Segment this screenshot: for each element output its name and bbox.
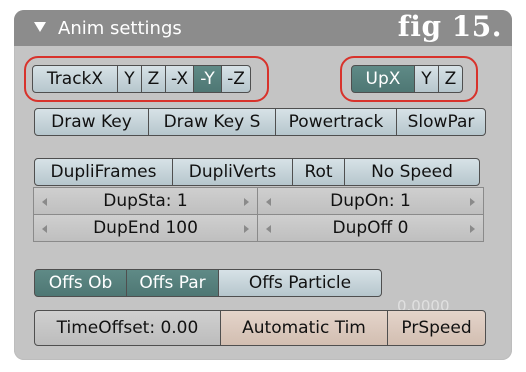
dupon-label: DupOn: 1 <box>330 191 411 211</box>
dupsta-field[interactable]: DupSta: 1 <box>33 187 258 215</box>
increment-arrow-icon[interactable] <box>244 198 249 206</box>
prspeed-button[interactable]: PrSpeed <box>387 310 486 346</box>
screenshot-root: Anim settings fig 15. TrackX Y Z -X -Y -… <box>0 0 526 372</box>
draw-key-button[interactable]: Draw Key <box>34 108 149 136</box>
dup-fields-row-1: DupSta: 1 DupOn: 1 <box>33 187 484 215</box>
dupliverts-button[interactable]: DupliVerts <box>172 158 293 186</box>
panel-title: Anim settings <box>58 18 182 39</box>
dupli-row: DupliFrames DupliVerts Rot No Speed <box>34 158 480 186</box>
increment-arrow-icon[interactable] <box>470 198 475 206</box>
anim-settings-panel: Anim settings fig 15. TrackX Y Z -X -Y -… <box>14 10 512 360</box>
no-speed-button[interactable]: No Speed <box>344 158 480 186</box>
collapse-triangle-icon[interactable] <box>34 22 46 32</box>
dupsta-label: DupSta: 1 <box>103 191 188 211</box>
track-highlight-oval <box>24 56 269 102</box>
panel-header[interactable]: Anim settings fig 15. <box>14 10 512 46</box>
dupend-field[interactable]: DupEnd 100 <box>33 214 258 242</box>
offs-ob-button[interactable]: Offs Ob <box>34 269 127 297</box>
offs-par-button[interactable]: Offs Par <box>126 269 219 297</box>
decrement-arrow-icon[interactable] <box>266 225 271 233</box>
dupoff-label: DupOff 0 <box>332 218 409 238</box>
powertrack-button[interactable]: Powertrack <box>275 108 397 136</box>
slowpar-button[interactable]: SlowPar <box>396 108 486 136</box>
decrement-arrow-icon[interactable] <box>266 198 271 206</box>
decrement-arrow-icon[interactable] <box>42 198 47 206</box>
time-offset-row: TimeOffset: 0.00 Automatic Tim PrSpeed <box>34 310 486 346</box>
figure-label: fig 15. <box>397 10 502 43</box>
dupon-field[interactable]: DupOn: 1 <box>257 187 484 215</box>
dup-fields-row-2: DupEnd 100 DupOff 0 <box>33 214 484 242</box>
dupend-label: DupEnd 100 <box>93 218 198 238</box>
automatic-time-button[interactable]: Automatic Tim <box>220 310 388 346</box>
dupliframes-button[interactable]: DupliFrames <box>34 158 173 186</box>
decrement-arrow-icon[interactable] <box>42 225 47 233</box>
up-highlight-oval <box>340 56 478 102</box>
offs-row: Offs Ob Offs Par Offs Particle <box>34 269 382 297</box>
draw-key-row: Draw Key Draw Key S Powertrack SlowPar <box>34 108 486 136</box>
increment-arrow-icon[interactable] <box>470 225 475 233</box>
rot-button[interactable]: Rot <box>292 158 345 186</box>
time-offset-field[interactable]: TimeOffset: 0.00 <box>34 310 221 346</box>
offs-particle-button[interactable]: Offs Particle <box>218 269 382 297</box>
dupoff-field[interactable]: DupOff 0 <box>257 214 484 242</box>
draw-key-s-button[interactable]: Draw Key S <box>148 108 276 136</box>
increment-arrow-icon[interactable] <box>244 225 249 233</box>
